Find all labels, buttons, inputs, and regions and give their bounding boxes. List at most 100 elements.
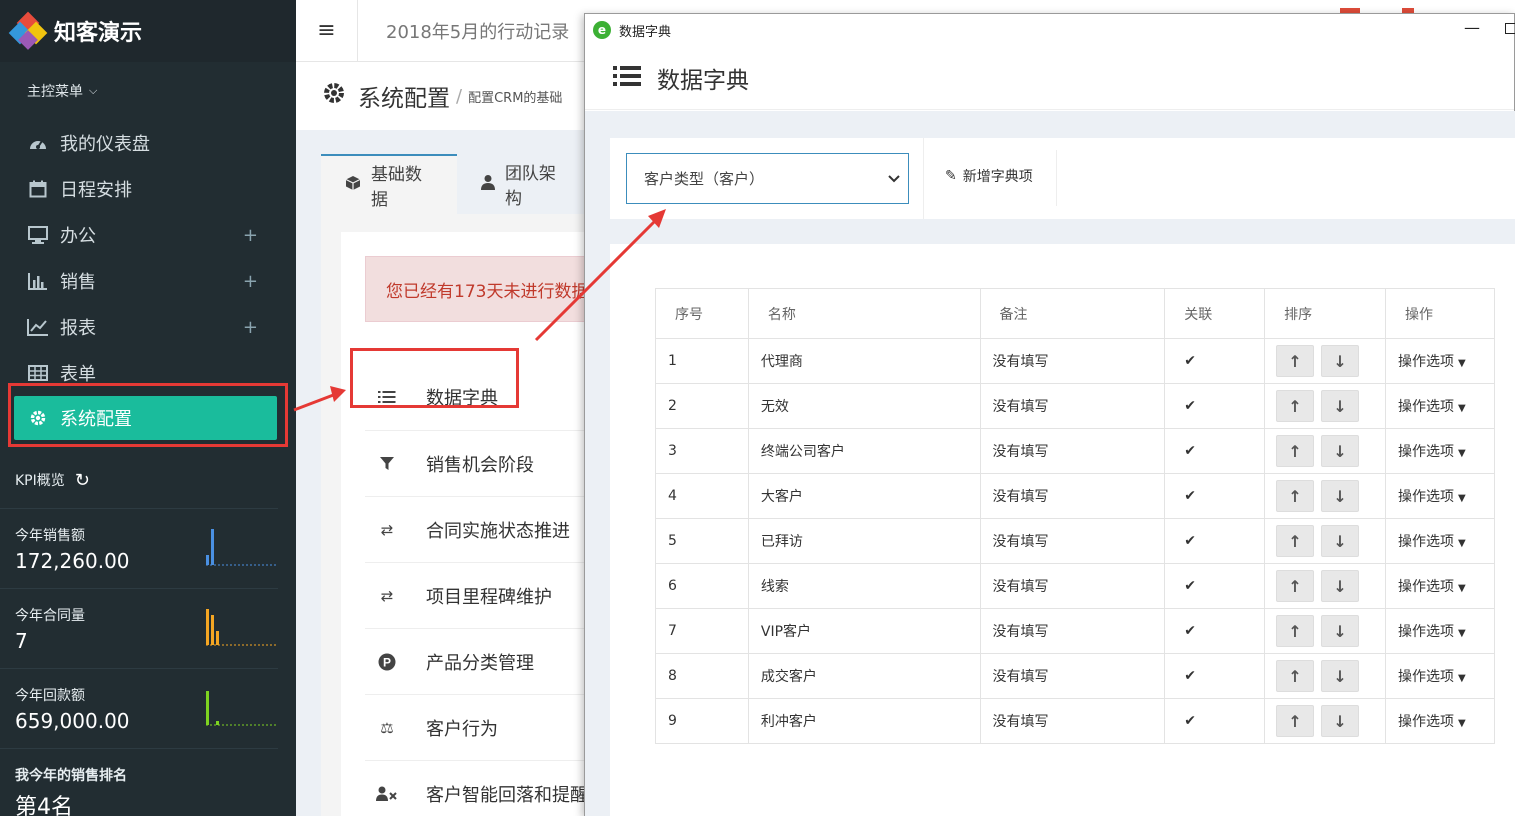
move-down-button[interactable]: ↓ [1321, 705, 1360, 737]
arrow-down-icon: ↓ [1333, 621, 1347, 641]
operation-dropdown-button[interactable]: 操作选项 ▼ [1398, 669, 1466, 685]
sidebar-item-dashboard[interactable]: 我的仪表盘 [0, 120, 296, 166]
main-menu-toggle[interactable]: 主控菜单 ⌵ [0, 62, 296, 120]
operation-dropdown-button[interactable]: 操作选项 ▼ [1398, 534, 1466, 550]
maximize-icon[interactable] [1505, 23, 1515, 34]
dictionary-table: 序号 名称 备注 关联 排序 操作 1 代理商 没有填写 ✔ ↑ ↓ 操作选项 ▼ 2 无效 没有填… [655, 288, 1495, 744]
cell-name: 利冲客户 [747, 698, 981, 744]
move-down-button[interactable]: ↓ [1321, 435, 1360, 467]
config-item-customer-behavior[interactable]: ⚖ 客户行为 [365, 694, 605, 760]
config-item-contract-status[interactable]: ⇄ 合同实施状态推进 [365, 496, 605, 562]
config-item-milestones[interactable]: ⇄ 项目里程碑维护 [365, 562, 605, 628]
expand-plus-icon[interactable]: + [243, 317, 258, 338]
operation-dropdown-button[interactable]: 操作选项 ▼ [1398, 444, 1466, 460]
table-body: 1 代理商 没有填写 ✔ ↑ ↓ 操作选项 ▼ 2 无效 没有填写 ✔ ↑ ↓ 操作选项 ▼ 3 终端公司客户 没有… [655, 338, 1495, 744]
config-item-customer-reminder[interactable]: 客户智能回落和提醒 [365, 760, 605, 816]
config-item-label: 客户行为 [426, 718, 498, 740]
table-row: 4 大客户 没有填写 ✔ ↑ ↓ 操作选项 ▼ [655, 473, 1495, 519]
arrow-up-icon: ↑ [1288, 441, 1302, 461]
add-dictionary-item-button[interactable]: ✎ 新增字典项 [945, 166, 1033, 186]
arrow-up-icon: ↑ [1288, 621, 1302, 641]
sidebar-item-office[interactable]: 办公 + [0, 212, 296, 258]
refresh-icon[interactable]: ↻ [75, 470, 90, 491]
arrow-down-icon: ↓ [1333, 441, 1347, 461]
config-item-label: 客户智能回落和提醒 [426, 784, 588, 806]
main-menu-label: 主控菜单 [27, 84, 83, 100]
window-titlebar[interactable]: e 数据字典 — [585, 14, 1515, 46]
topbar-title: 2018年5月的行动记录 [386, 21, 570, 43]
dictionary-type-select[interactable]: 客户类型（客户） [626, 153, 909, 204]
sidebar-item-schedule[interactable]: 日程安排 [0, 166, 296, 212]
check-icon: ✔ [1164, 338, 1266, 384]
move-down-button[interactable]: ↓ [1321, 480, 1360, 512]
kpi-sparkline [206, 529, 278, 566]
cell-remark: 没有填写 [979, 608, 1166, 654]
move-up-button[interactable]: ↑ [1276, 705, 1315, 737]
minimize-icon[interactable]: — [1464, 18, 1480, 37]
cell-sort: ↑ ↓ [1264, 653, 1386, 699]
kpi-value: 第4名 [15, 795, 73, 816]
operation-dropdown-button[interactable]: 操作选项 ▼ [1398, 714, 1466, 730]
table-row: 8 成交客户 没有填写 ✔ ↑ ↓ 操作选项 ▼ [655, 653, 1495, 699]
cell-no: 6 [655, 563, 749, 609]
cell-operation: 操作选项 ▼ [1385, 608, 1495, 654]
arrow-down-icon: ↓ [1333, 396, 1347, 416]
window-title: 数据字典 [619, 24, 672, 40]
move-up-button[interactable]: ↑ [1276, 660, 1315, 692]
move-up-button[interactable]: ↑ [1276, 345, 1315, 377]
hamburger-menu-icon[interactable]: ≡ [296, 0, 358, 62]
expand-plus-icon[interactable]: + [243, 225, 258, 246]
data-dictionary-window: e 数据字典 — 数据字典 客户类型（客户） ✎ 新增字典项 序号 名称 备注 … [584, 13, 1515, 816]
operation-dropdown-button[interactable]: 操作选项 ▼ [1398, 579, 1466, 595]
calendar-icon [26, 179, 50, 199]
check-icon: ✔ [1164, 608, 1266, 654]
move-up-button[interactable]: ↑ [1276, 390, 1315, 422]
move-up-button[interactable]: ↑ [1276, 525, 1315, 557]
kpi-sales-rank: 我今年的销售排名 第4名 [0, 748, 278, 816]
sidebar-item-reports[interactable]: 报表 + [0, 304, 296, 350]
operation-label: 操作选项 [1398, 399, 1454, 415]
add-button-label: 新增字典项 [962, 169, 1033, 185]
check-icon: ✔ [1164, 383, 1266, 429]
expand-plus-icon[interactable]: + [243, 271, 258, 292]
config-item-sales-stage[interactable]: 销售机会阶段 [365, 430, 605, 496]
cell-no: 2 [655, 383, 749, 429]
filter-icon [369, 456, 405, 471]
cell-name: 线索 [747, 563, 981, 609]
move-up-button[interactable]: ↑ [1276, 570, 1315, 602]
svg-text:P: P [383, 655, 391, 669]
config-panel-inner: 您已经有173天未进行数据 数据字典 销售机会阶段 ⇄ 合同实施状态推进 ⇄ 项… [341, 232, 605, 816]
move-up-button[interactable]: ↑ [1276, 615, 1315, 647]
chevron-down-icon [888, 171, 900, 187]
move-down-button[interactable]: ↓ [1321, 390, 1360, 422]
move-down-button[interactable]: ↓ [1321, 615, 1360, 647]
move-up-button[interactable]: ↑ [1276, 480, 1315, 512]
arrow-down-icon: ↓ [1333, 531, 1347, 551]
move-down-button[interactable]: ↓ [1321, 570, 1360, 602]
arrow-down-icon: ↓ [1333, 351, 1347, 371]
highlight-box [8, 383, 288, 447]
caret-down-icon: ▼ [1458, 673, 1466, 684]
move-up-button[interactable]: ↑ [1276, 435, 1315, 467]
operation-label: 操作选项 [1398, 579, 1454, 595]
operation-dropdown-button[interactable]: 操作选项 ▼ [1398, 489, 1466, 505]
brand[interactable]: 知客演示 [0, 0, 296, 62]
cell-operation: 操作选项 ▼ [1385, 383, 1495, 429]
table-row: 9 利冲客户 没有填写 ✔ ↑ ↓ 操作选项 ▼ [655, 698, 1495, 744]
cell-name: 成交客户 [747, 653, 981, 699]
tab-basic-data[interactable]: 基础数据 [321, 154, 457, 214]
sidebar-item-sales[interactable]: 销售 + [0, 258, 296, 304]
tab-team-structure[interactable]: 团队架构 [457, 154, 591, 214]
move-down-button[interactable]: ↓ [1321, 345, 1360, 377]
operation-dropdown-button[interactable]: 操作选项 ▼ [1398, 624, 1466, 640]
caret-down-icon: ▼ [1458, 403, 1466, 414]
operation-dropdown-button[interactable]: 操作选项 ▼ [1398, 354, 1466, 370]
check-icon: ✔ [1164, 698, 1266, 744]
sidebar-item-label: 报表 [60, 318, 96, 339]
caret-down-icon: ▼ [1458, 583, 1466, 594]
move-down-button[interactable]: ↓ [1321, 660, 1360, 692]
config-item-product-category[interactable]: P 产品分类管理 [365, 628, 605, 694]
column-header: 名称 [747, 288, 981, 339]
operation-dropdown-button[interactable]: 操作选项 ▼ [1398, 399, 1466, 415]
move-down-button[interactable]: ↓ [1321, 525, 1360, 557]
